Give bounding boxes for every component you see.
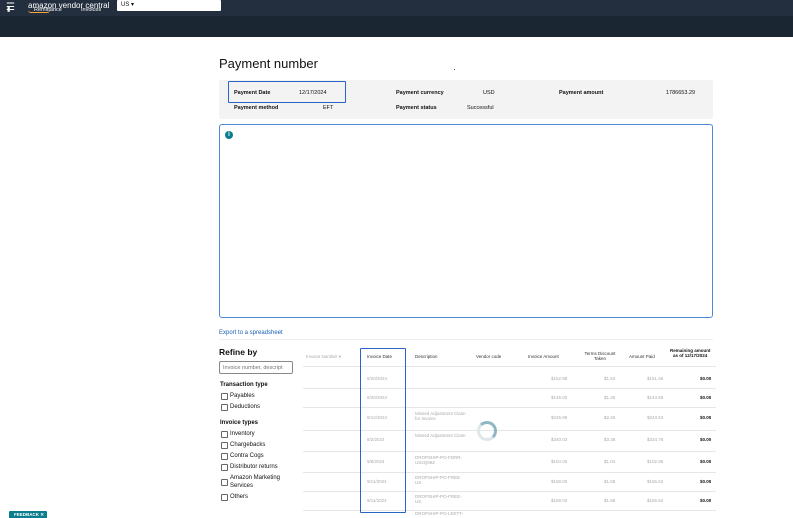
checkbox-label-amazon-marketing-services: Amazon Marketing Services (230, 475, 281, 489)
checkbox-label-deductions: Deductions (230, 404, 261, 410)
nav-remittance[interactable]: Remittance (34, 6, 62, 15)
divider (219, 339, 713, 340)
info-icon: i (225, 131, 233, 139)
cell-amount-paid: $156.62 (647, 479, 664, 484)
checkbox-label-others: Others (230, 494, 249, 500)
payment-method-value: EFT (323, 105, 334, 111)
refine-title: Refine by (219, 347, 258, 357)
cell-invoice-amount: $145.00 (551, 395, 568, 400)
cell-remaining-amount: $0.00 (700, 376, 712, 381)
bookmark-icon[interactable]: ▮ (7, 6, 10, 14)
payment-status-value: Successful (467, 105, 494, 111)
cell-invoice-amount: $158.00 (551, 479, 568, 484)
checkbox-contra-cogs[interactable] (221, 453, 228, 460)
cell-amount-paid: $143.55 (647, 395, 664, 400)
cell-amount-paid: $334.76 (647, 437, 664, 442)
header-invoice-amount[interactable]: Invoice Amount (528, 354, 559, 359)
cell-invoice-amount: $158.00 (551, 498, 568, 503)
checkbox-label-distributor-returns: Distributor returns (230, 464, 278, 470)
export-spreadsheet-link[interactable]: Export to a spreadsheet (219, 329, 283, 337)
checkbox-inventory[interactable] (221, 431, 228, 438)
refine-search-input[interactable] (219, 361, 293, 374)
cell-invoice-amount: $152.98 (551, 376, 568, 381)
cell-remaining-amount: $0.00 (700, 459, 712, 464)
checkbox-chargebacks[interactable] (221, 442, 228, 449)
cell-description: Missed Adjustment Claim (415, 433, 466, 438)
cell-amount-paid: $243.53 (647, 415, 664, 420)
cell-terms-discount: $1.58 (604, 479, 616, 484)
checkbox-label-payables: Payables (230, 393, 255, 399)
cell-amount-paid: $151.46 (647, 376, 664, 381)
cell-amount-paid: $156.62 (647, 498, 664, 503)
page-title: Payment number (219, 56, 318, 71)
cell-terms-discount: $1.58 (604, 498, 616, 503)
checkbox-label-inventory: Inventory (230, 431, 255, 437)
checkbox-distributor-returns[interactable] (221, 464, 228, 471)
cell-terms-discount: $2.46 (604, 415, 616, 420)
payment-amount-label: Payment amount (559, 90, 604, 96)
header-description[interactable]: Description (415, 354, 438, 359)
cell-terms-discount: $3.38 (604, 437, 616, 442)
cell-terms-discount: $1.04 (604, 459, 616, 464)
payment-date-label: Payment Date (234, 90, 271, 96)
decorative-dot (454, 69, 455, 70)
cell-remaining-amount: $0.00 (700, 437, 712, 442)
payment-method-label: Payment method (234, 105, 279, 111)
header-remaining-as-of: as of 12/17/2024 (673, 353, 708, 358)
cell-invoice-amount: $104.00 (551, 459, 568, 464)
header-terms-discount[interactable]: Terms Discount Taken (582, 351, 618, 361)
header-invoice-number[interactable]: Invoice Number ▾ (306, 354, 341, 359)
cell-invoice-amount: $245.99 (551, 415, 568, 420)
payment-status-label: Payment status (396, 105, 437, 111)
cell-description: DROPSHIP-PO-LEETT- (415, 511, 464, 516)
cell-amount-paid: $102.96 (647, 459, 664, 464)
secondary-nav (0, 16, 793, 37)
transaction-type-title: Transaction type (220, 382, 268, 388)
checkbox-label-chargebacks: Chargebacks (230, 442, 266, 448)
cell-remaining-amount: $0.00 (700, 415, 712, 420)
payment-date-value: 12/17/2024 (299, 90, 327, 96)
checkbox-deductions[interactable] (221, 404, 228, 411)
cell-description: DROPSHIP-PO-FDRR-US2Q86Z (415, 455, 462, 465)
nav-financial-scorecard[interactable]: Financial Scorecard (119, 6, 168, 15)
cell-description: DROPSHIP-PO-FREE-US (415, 494, 462, 504)
checkbox-others[interactable] (221, 494, 228, 501)
cell-terms-discount: $1.45 (604, 395, 616, 400)
cell-remaining-amount: $0.00 (700, 498, 712, 503)
cell-description: DROPSHIP-PO-FREE-US (415, 475, 462, 485)
nav-invoices[interactable]: Invoices (81, 6, 101, 15)
header-vendor-code[interactable]: Vendor code (476, 354, 501, 359)
payment-amount-value: 1786653.29 (666, 90, 696, 96)
cell-remaining-amount: $0.00 (700, 395, 712, 400)
loading-spinner-icon (477, 421, 497, 441)
checkbox-label-contra-cogs: Contra Cogs (230, 453, 264, 459)
payment-currency-label: Payment currency (396, 90, 444, 96)
cell-remaining-amount: $0.00 (700, 479, 712, 484)
info-alert-box (219, 124, 713, 318)
cell-invoice-amount: $340.02 (551, 437, 568, 442)
checkbox-amazon-marketing-services[interactable] (221, 479, 228, 486)
invoice-types-title: Invoice types (220, 420, 259, 426)
header-amount-paid[interactable]: Amount Paid (629, 354, 655, 359)
cell-description: Missed Adjustment Claim for Invoice (415, 411, 466, 421)
highlight-invoice-date-column (360, 348, 406, 513)
payment-currency-value: USD (483, 90, 495, 96)
checkbox-payables[interactable] (221, 393, 228, 400)
cell-terms-discount: $1.53 (604, 376, 616, 381)
feedback-button[interactable]: FEEDBACK ✕ (9, 511, 47, 518)
